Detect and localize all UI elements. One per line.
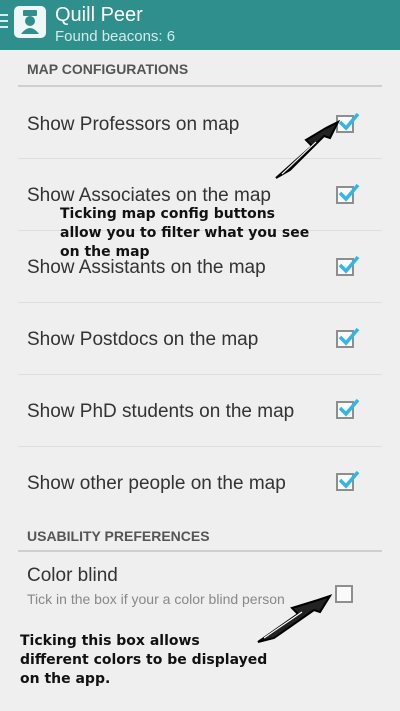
setting-label: Show Associates on the map (27, 185, 271, 206)
usability-header: USABILITY PREFERENCES (27, 528, 210, 544)
setting-row-postdocs[interactable]: Show Postdocs on the map (18, 303, 382, 375)
arrow-annotation-icon (275, 119, 341, 179)
phd-students-checkbox[interactable] (336, 398, 360, 419)
color-blind-summary: Tick in the box if your a color blind pe… (27, 591, 285, 607)
map-config-header: MAP CONFIGURATIONS (27, 61, 189, 77)
associates-checkbox[interactable] (336, 183, 360, 204)
setting-label: Show other people on the map (27, 473, 286, 494)
setting-row-phd-students[interactable]: Show PhD students on the map (18, 375, 382, 447)
setting-label: Show Postdocs on the map (27, 329, 259, 350)
app-bar: Quill Peer Found beacons: 6 (0, 0, 400, 50)
app-logo-icon[interactable] (14, 6, 46, 38)
color-blind-label: Color blind (27, 565, 118, 586)
setting-label: Show Professors on map (27, 114, 240, 135)
beacon-count: Found beacons: 6 (55, 28, 176, 45)
other-people-checkbox[interactable] (336, 470, 360, 491)
map-config-note: Ticking map config buttons allow you to … (60, 206, 310, 260)
setting-row-other-people[interactable]: Show other people on the map (18, 447, 382, 519)
setting-label: Show PhD students on the map (27, 401, 295, 422)
color-blind-note: Ticking this box allows different colors… (20, 633, 268, 687)
hamburger-icon[interactable] (0, 14, 10, 34)
assistants-checkbox[interactable] (336, 255, 360, 276)
app-title: Quill Peer (55, 4, 143, 26)
postdocs-checkbox[interactable] (336, 327, 360, 348)
